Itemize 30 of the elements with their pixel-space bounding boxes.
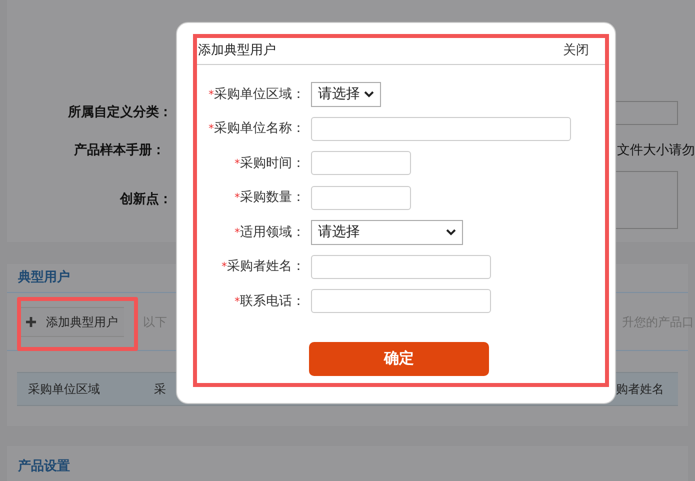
dialog-title: 添加典型用户: [198, 42, 276, 60]
field-label: *适用领域：: [234, 224, 306, 242]
input-field[interactable]: [311, 151, 411, 176]
select-field[interactable]: 请选择: [311, 82, 381, 107]
field-label: *采购单位区域：: [208, 86, 306, 104]
field-label: 所属自定义分类：: [66, 104, 172, 122]
field-label: *采购时间：: [234, 154, 306, 172]
select-field[interactable]: 请选择: [311, 220, 463, 245]
add-user-button[interactable]: 添加典型用户: [20, 306, 124, 336]
column-header: 购者姓名: [616, 381, 664, 398]
file-size-note: 文件大小请勿: [617, 142, 695, 160]
column-header: 采: [154, 381, 166, 398]
field-label: *采购单位名称：: [208, 120, 306, 138]
chevron-down-icon: [364, 90, 374, 98]
input-field[interactable]: [311, 254, 491, 279]
confirm-button[interactable]: 确定: [309, 342, 489, 376]
section-title: 典型用户: [18, 268, 70, 288]
field-label: *采购数量：: [234, 189, 306, 207]
section-title: 产品设置: [18, 458, 70, 476]
input-field[interactable]: [311, 116, 571, 141]
plus-icon: [26, 316, 36, 326]
chevron-down-icon: [446, 228, 456, 236]
input-field[interactable]: [311, 289, 491, 314]
field-label: 产品样本手册：: [73, 142, 165, 160]
field-label: *采购者姓名：: [220, 258, 306, 276]
column-header: 采购单位区域: [28, 381, 101, 398]
input-field[interactable]: [311, 186, 411, 210]
field-label: 创新点：: [118, 190, 172, 210]
close-button[interactable]: 关闭: [563, 41, 589, 61]
field-label: *联系电话：: [234, 292, 306, 310]
